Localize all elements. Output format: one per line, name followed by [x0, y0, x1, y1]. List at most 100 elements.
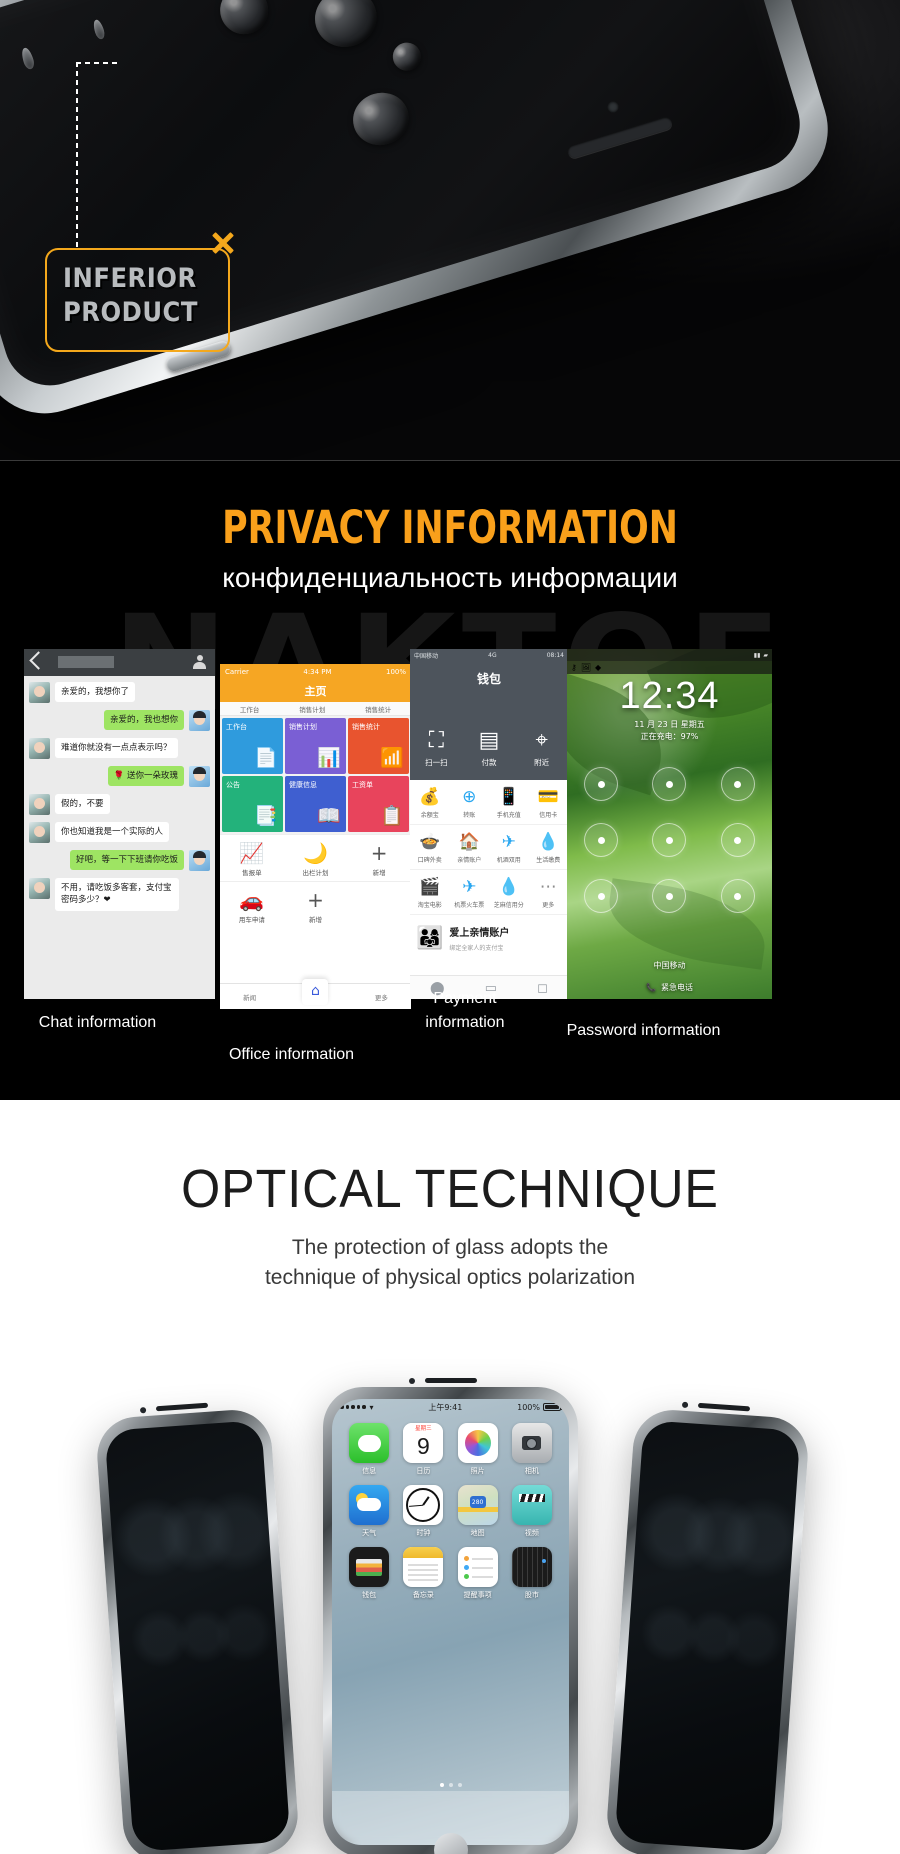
- pattern-dot[interactable]: [652, 767, 687, 801]
- plan-icon: 🌙: [303, 841, 328, 865]
- ios-home-screen: ▾ 上午9:41 100% 信息 星期三 9 日历 照片 相机 天气 时钟 28…: [332, 1399, 569, 1845]
- payment-service[interactable]: 🎬 淘宝电影: [410, 870, 450, 915]
- payment-service[interactable]: ✈ 机票火车票: [449, 870, 489, 915]
- battery-icon: ▰: [763, 652, 768, 659]
- app-reminders[interactable]: 提醒事项: [451, 1547, 505, 1600]
- payment-service[interactable]: ✈ 机酒双用: [489, 825, 529, 870]
- app-label: 股市: [524, 1591, 539, 1599]
- signal-icon: ▮▮: [753, 652, 761, 659]
- payment-action[interactable]: ▤ 付款: [463, 728, 516, 768]
- payment-service[interactable]: 📱 手机充值: [489, 780, 529, 825]
- app-stocks[interactable]: 股市: [505, 1547, 559, 1600]
- contact-profile-icon[interactable]: [193, 655, 206, 669]
- app-maps[interactable]: 280 地图: [451, 1485, 505, 1538]
- payment-service-grid: 💰 余额宝 ⊕ 转账 📱 手机充值 💳 信用卡 🍲 口碑外卖 🏠 亲情账户 ✈ 机酒双用 💧 生…: [410, 780, 568, 915]
- app-camera[interactable]: 相机: [505, 1423, 559, 1476]
- movies-icon: 🎬: [419, 877, 441, 897]
- mobile-topup-icon: 📱: [498, 787, 520, 807]
- payment-service[interactable]: ⊕ 转账: [449, 780, 489, 825]
- payment-service[interactable]: ⋯ 更多: [528, 870, 568, 915]
- payment-service[interactable]: 💳 信用卡: [528, 780, 568, 825]
- payment-action[interactable]: ⌖ 附近: [515, 728, 568, 768]
- office-tab[interactable]: 工作台: [240, 704, 260, 714]
- shield-icon: ◆: [595, 663, 602, 672]
- payment-service[interactable]: 🏠 亲情账户: [449, 825, 489, 870]
- service-label: 亲情账户: [457, 857, 482, 864]
- credit-card-icon: 💳: [537, 787, 559, 807]
- app-videos[interactable]: 视频: [505, 1485, 559, 1538]
- payment-service[interactable]: 💧 芝麻信用分: [489, 870, 529, 915]
- chat-bubble: 亲爱的，我想你了: [55, 682, 136, 703]
- office-tile[interactable]: 健康信息 📖: [285, 776, 346, 832]
- app-calendar[interactable]: 星期三 9 日历: [396, 1423, 450, 1476]
- office-shortcut[interactable]: + 新增: [284, 882, 348, 928]
- lock-date: 11 月 23 日 星期五: [634, 720, 705, 729]
- pattern-dot[interactable]: [584, 767, 619, 801]
- x-mark-icon: [207, 226, 239, 258]
- pattern-dot[interactable]: [584, 879, 619, 913]
- app-wallet[interactable]: 钱包: [342, 1547, 396, 1600]
- office-tile[interactable]: 工作台 📄: [222, 718, 283, 774]
- back-arrow-icon[interactable]: [29, 651, 48, 670]
- promo-subtitle: 绑定全家人的支付宝: [449, 945, 504, 952]
- pattern-dot[interactable]: [720, 767, 755, 801]
- caption-password: Password information: [566, 1022, 721, 1039]
- wallet-icon: [349, 1547, 390, 1587]
- payment-header: 钱包 ⛶ 扫一扫 ▤ 付款 ⌖ 附近: [410, 662, 568, 780]
- office-tile[interactable]: 工资单 📋: [348, 776, 409, 832]
- service-label: 淘宝电影: [417, 902, 442, 909]
- pattern-dot[interactable]: [584, 823, 619, 857]
- office-tile[interactable]: 销售统计 📶: [348, 718, 409, 774]
- office-tab[interactable]: 销售统计: [365, 704, 391, 714]
- payment-service[interactable]: 💰 余额宝: [410, 780, 450, 825]
- app-clock[interactable]: 时钟: [396, 1485, 450, 1538]
- calendar-day: 9: [416, 1433, 430, 1459]
- office-shortcut[interactable]: 🚗 用车申请: [220, 882, 284, 928]
- chat-bubble: 好吧，等一下下班请你吃饭: [69, 850, 184, 871]
- chat-screenshot: 亲爱的，我想你了 亲爱的，我也想你 难道你就没有一点点表示吗？ 🌹 送你一朵玫瑰: [24, 649, 215, 999]
- app-photos[interactable]: 照片: [451, 1423, 505, 1476]
- optical-subtitle-line2: technique of physical optics polarizatio…: [264, 1266, 636, 1290]
- add-icon: +: [307, 888, 324, 912]
- payment-promo-banner[interactable]: 👨‍👩‍👧 爱上亲情账户 绑定全家人的支付宝: [410, 915, 568, 960]
- pattern-dot[interactable]: [720, 879, 755, 913]
- avatar: [29, 682, 50, 703]
- pattern-dot[interactable]: [652, 879, 687, 913]
- nearby-icon: ⌖: [535, 728, 548, 753]
- pattern-dot[interactable]: [652, 823, 687, 857]
- payment-action[interactable]: ⛶ 扫一扫: [410, 728, 463, 768]
- badge-line-2: PRODUCT: [63, 297, 198, 328]
- office-shortcut[interactable]: + 新增: [347, 835, 411, 881]
- chat-message-row: 你也知道我是一个实际的人: [29, 822, 210, 843]
- payment-service[interactable]: 💧 生活缴费: [528, 825, 568, 870]
- app-messages[interactable]: 信息: [342, 1423, 396, 1476]
- optical-technique-section: OPTICAL TECHNIQUE The protection of glas…: [0, 1100, 900, 1854]
- payroll-icon: 📋: [380, 805, 404, 827]
- app-notes[interactable]: 备忘录: [396, 1547, 450, 1600]
- pattern-dot[interactable]: [720, 823, 755, 857]
- takeout-icon: 🍲: [419, 832, 441, 852]
- office-shortcut[interactable]: 📈 售报单: [220, 835, 284, 881]
- chat-app-bar: [24, 649, 215, 676]
- office-shortcut-row-2: 🚗 用车申请 + 新增: [220, 881, 411, 928]
- shortcut-label: 出栏计划: [302, 869, 329, 877]
- office-tab[interactable]: 销售计划: [299, 704, 325, 714]
- payment-service[interactable]: 🍲 口碑外卖: [410, 825, 450, 870]
- optical-title: OPTICAL TECHNIQUE: [181, 1159, 719, 1219]
- nav-news[interactable]: 新闻: [243, 992, 256, 1002]
- emergency-call-button[interactable]: 📞 紧急电话: [567, 982, 772, 993]
- office-shortcut[interactable]: 🌙 出栏计划: [284, 835, 348, 881]
- app-label: 钱包: [362, 1591, 377, 1599]
- avatar: [189, 710, 210, 731]
- avatar: [189, 850, 210, 871]
- office-tile[interactable]: 销售计划 📊: [285, 718, 346, 774]
- report-icon: 📈: [239, 841, 265, 865]
- photo-icon: 🖼: [580, 663, 592, 672]
- pattern-lock-grid[interactable]: [567, 767, 772, 913]
- service-label: 芝麻信用分: [493, 902, 524, 909]
- left-phone-privacy-view: [94, 1402, 301, 1854]
- privacy-title: PRIVACY INFORMATION: [222, 501, 678, 554]
- app-weather[interactable]: 天气: [342, 1485, 396, 1538]
- office-tile[interactable]: 公告 📑: [222, 776, 283, 832]
- home-icon[interactable]: ⌂: [302, 979, 329, 1005]
